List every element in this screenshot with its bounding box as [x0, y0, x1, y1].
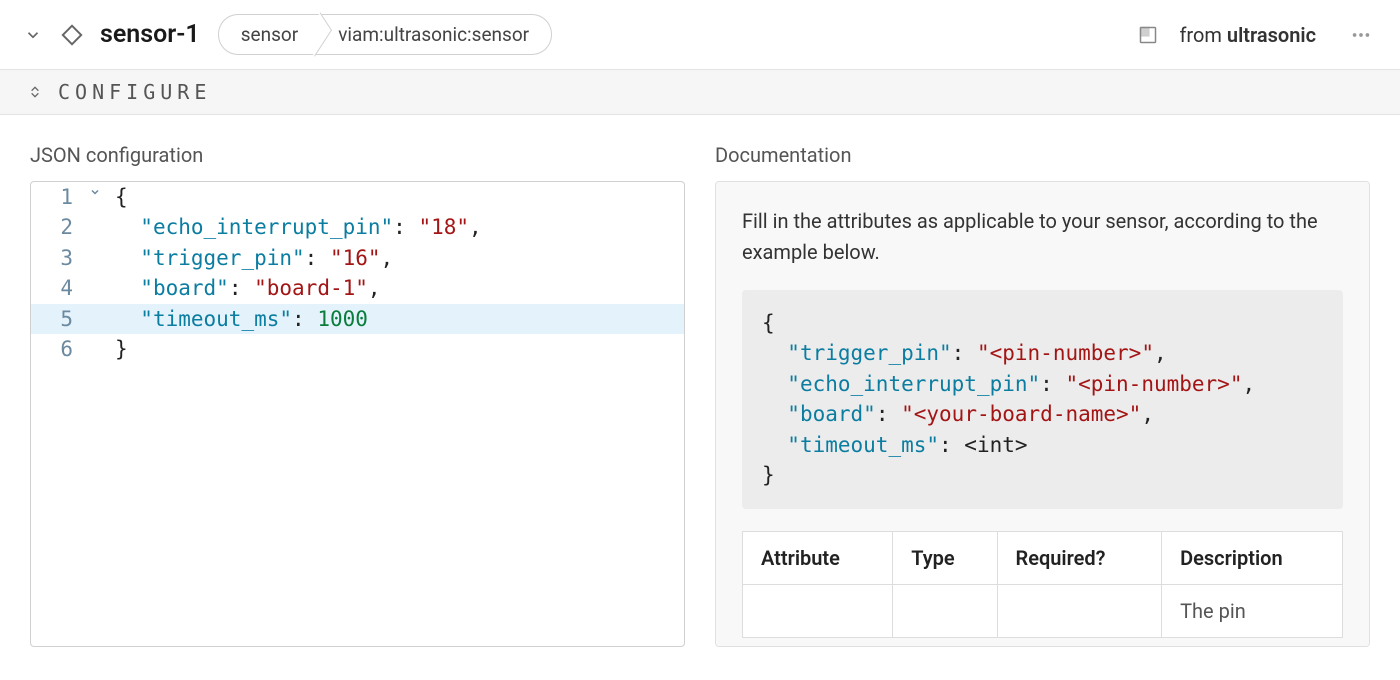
fold-gutter[interactable]: [89, 182, 115, 212]
fold-gutter: [89, 304, 115, 334]
code-content: }: [115, 334, 128, 364]
section-label: CONFIGURE: [58, 80, 211, 104]
crumb-model[interactable]: viam:ultrasonic:sensor: [318, 14, 552, 55]
code-content: {: [115, 182, 128, 212]
table-header: Required?: [997, 531, 1162, 584]
code-content: "trigger_pin": "16",: [115, 243, 393, 273]
table-cell: The pin: [1162, 584, 1343, 637]
json-editor[interactable]: 1{2 "echo_interrupt_pin": "18",3 "trigge…: [30, 181, 685, 647]
configure-section-bar: CONFIGURE: [0, 70, 1400, 115]
module-source[interactable]: from ultrasonic: [1179, 23, 1316, 47]
table-header: Attribute: [743, 531, 893, 584]
editor-line[interactable]: 5 "timeout_ms": 1000: [31, 304, 684, 334]
table-cell: [997, 584, 1162, 637]
content-row: JSON configuration 1{2 "echo_interrupt_p…: [0, 115, 1400, 675]
table-cell: [893, 584, 997, 637]
documentation-column: Documentation Fill in the attributes as …: [715, 143, 1370, 647]
section-collapse-toggle[interactable]: [26, 83, 44, 101]
table-header: Description: [1162, 531, 1343, 584]
table-cell: [743, 584, 893, 637]
editor-line[interactable]: 4 "board": "board-1",: [31, 273, 684, 303]
fold-gutter: [89, 273, 115, 303]
fold-gutter: [89, 212, 115, 242]
editor-line[interactable]: 3 "trigger_pin": "16",: [31, 243, 684, 273]
code-content: "board": "board-1",: [115, 273, 381, 303]
collapse-toggle[interactable]: [22, 24, 44, 46]
doc-intro-text: Fill in the attributes as applicable to …: [742, 206, 1343, 268]
line-number: 4: [31, 273, 89, 303]
component-header: sensor-1 sensor viam:ultrasonic:sensor f…: [0, 0, 1400, 70]
line-number: 5: [31, 304, 89, 334]
line-number: 2: [31, 212, 89, 242]
doc-code-block: { "trigger_pin": "<pin-number>", "echo_i…: [742, 290, 1343, 509]
documentation-title: Documentation: [715, 143, 1370, 167]
documentation-panel[interactable]: Fill in the attributes as applicable to …: [715, 181, 1370, 647]
table-header: Type: [893, 531, 997, 584]
doc-attribute-table: AttributeTypeRequired?Description The pi…: [742, 531, 1343, 638]
json-config-column: JSON configuration 1{2 "echo_interrupt_p…: [30, 143, 685, 647]
type-breadcrumb: sensor viam:ultrasonic:sensor: [218, 14, 552, 55]
line-number: 6: [31, 334, 89, 364]
code-content: "timeout_ms": 1000: [115, 304, 368, 334]
json-config-title: JSON configuration: [30, 143, 685, 167]
component-icon: [58, 21, 86, 49]
line-number: 3: [31, 243, 89, 273]
code-content: "echo_interrupt_pin": "18",: [115, 212, 482, 242]
fold-gutter: [89, 243, 115, 273]
editor-line[interactable]: 6}: [31, 334, 684, 364]
component-title: sensor-1: [100, 20, 200, 49]
module-icon: [1137, 24, 1159, 46]
fold-gutter: [89, 334, 115, 364]
editor-line[interactable]: 1{: [31, 182, 684, 212]
editor-line[interactable]: 2 "echo_interrupt_pin": "18",: [31, 212, 684, 242]
line-number: 1: [31, 182, 89, 212]
more-menu-button[interactable]: [1344, 18, 1378, 52]
crumb-api[interactable]: sensor: [218, 14, 318, 55]
